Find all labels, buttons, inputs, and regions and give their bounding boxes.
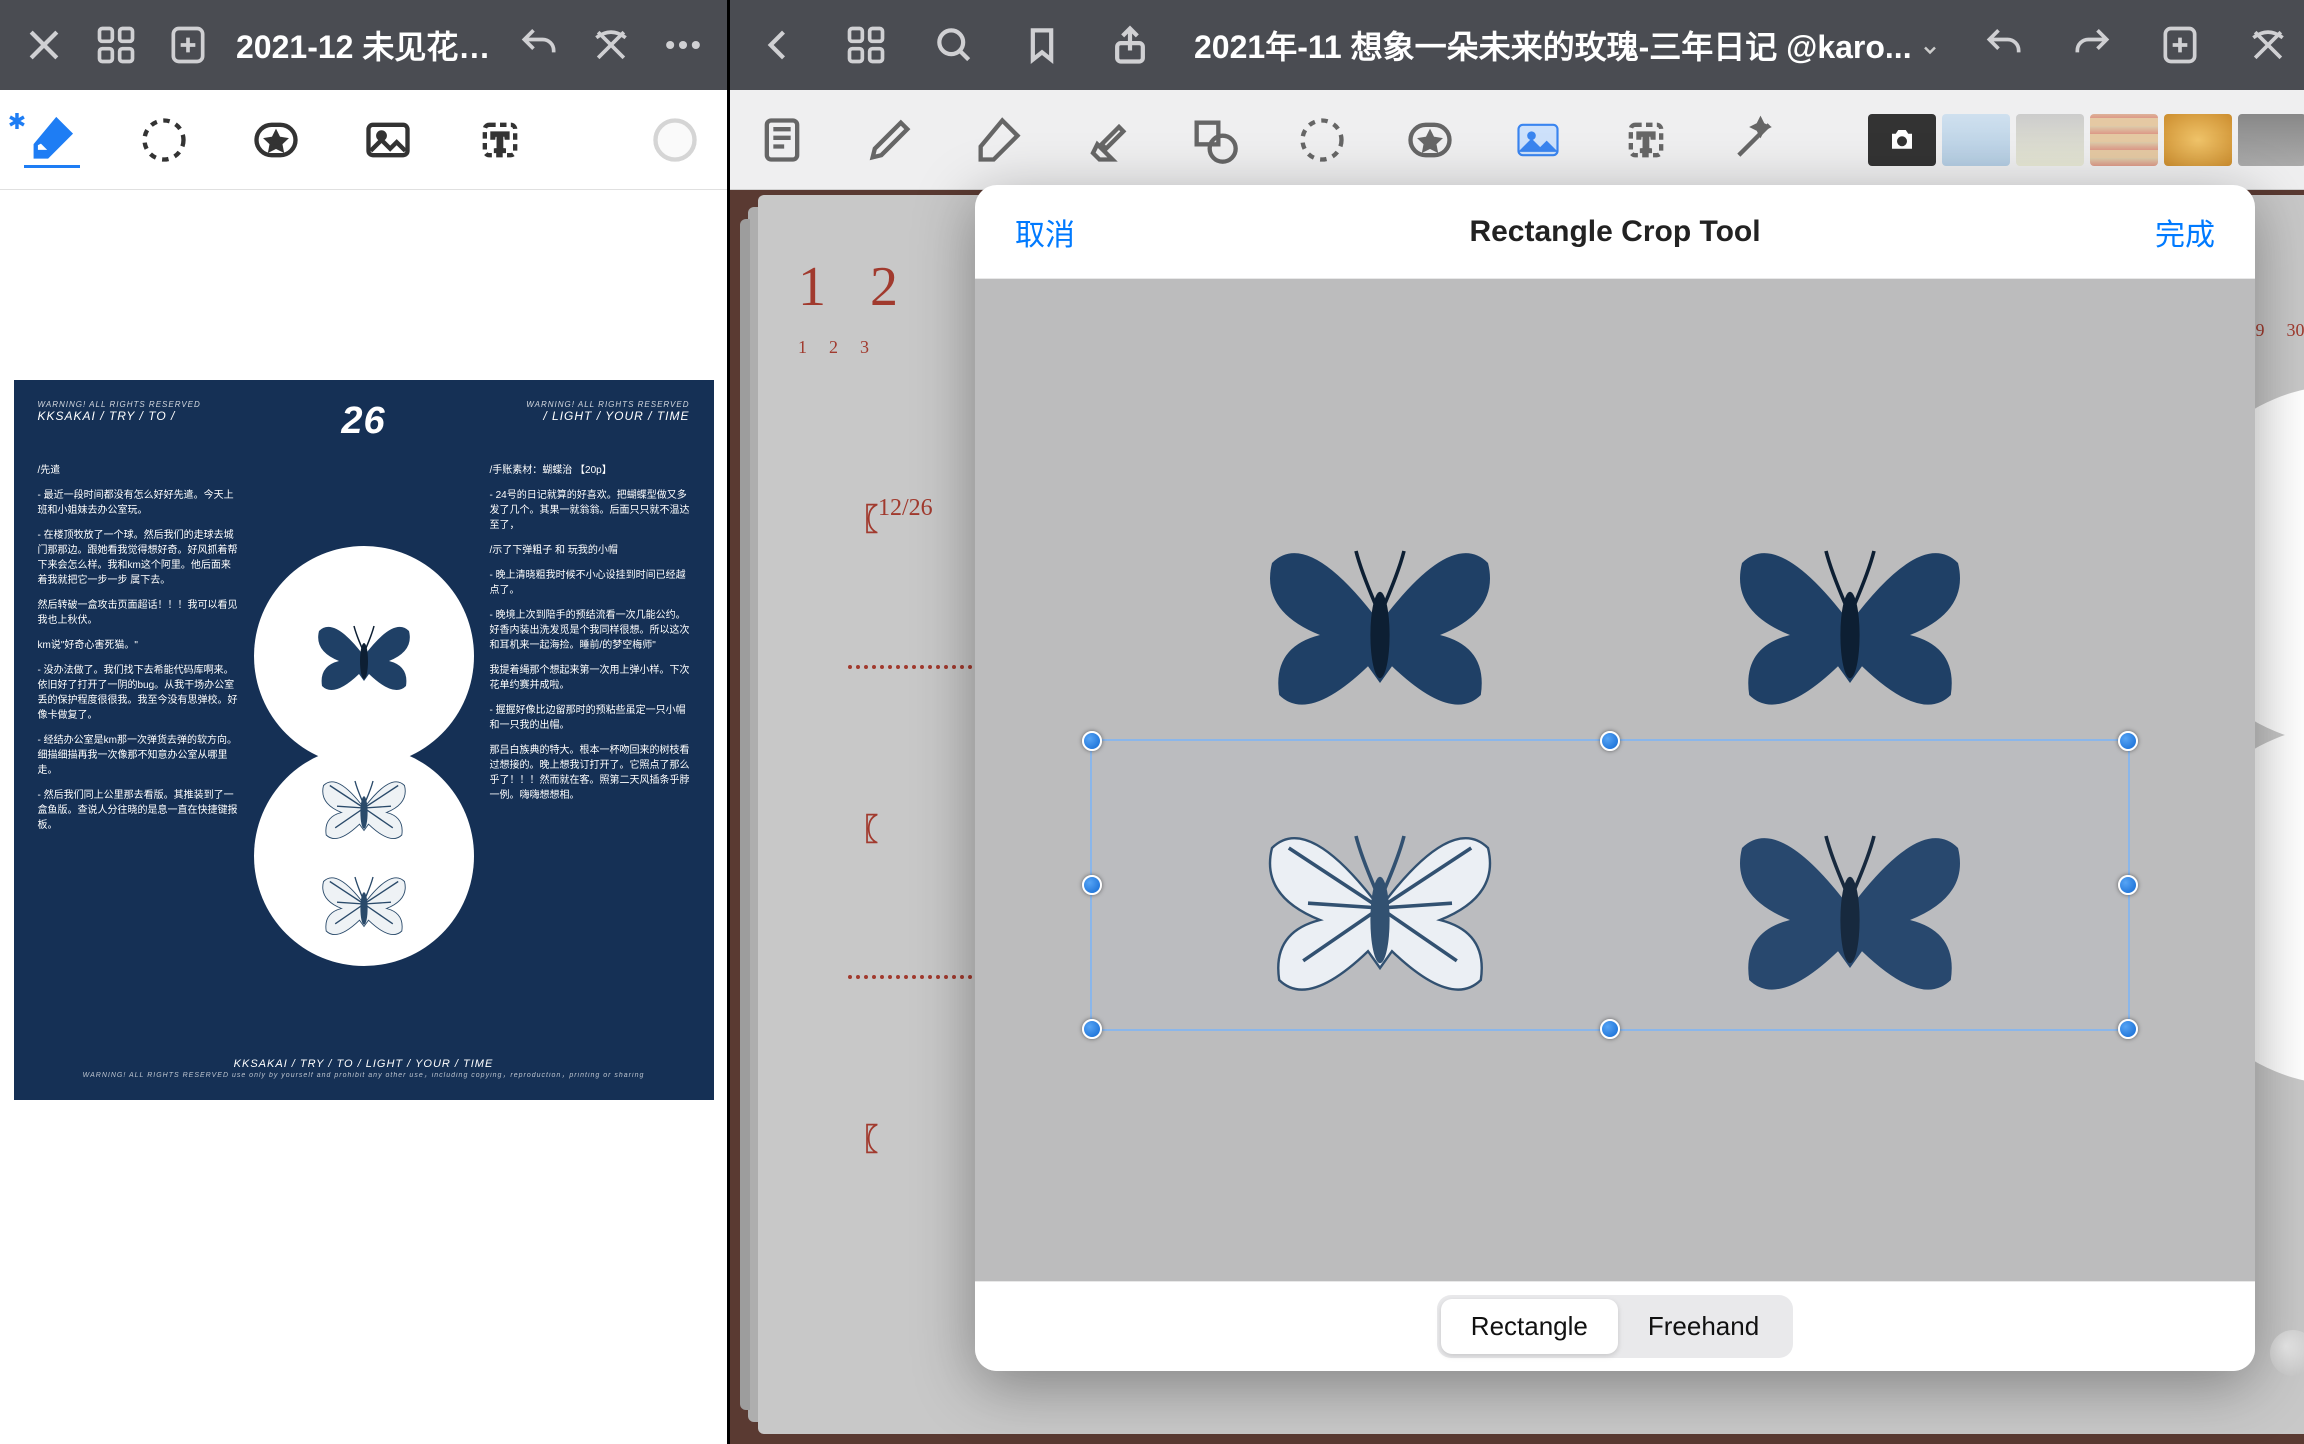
journal-footer: KKSAKAI / TRY / TO / LIGHT / YOUR / TIME	[38, 1058, 690, 1070]
undo-icon[interactable]	[1980, 21, 2028, 69]
butterfly-blue-icon	[1180, 503, 1580, 743]
crop-selection-rect[interactable]	[1090, 739, 2130, 1031]
done-button[interactable]: 完成	[2155, 210, 2215, 254]
right-app-pane: 2021年-11 想象一朵未来的玫瑰-三年日记 @karo...	[730, 0, 2304, 1444]
thumbnail[interactable]	[2090, 114, 2158, 166]
new-page-icon[interactable]	[164, 21, 212, 69]
thumbnail[interactable]	[2016, 114, 2084, 166]
magic-tool[interactable]	[1726, 112, 1782, 168]
crop-header: 取消 Rectangle Crop Tool 完成	[975, 185, 2255, 279]
butterfly-blue-icon	[1650, 503, 2050, 743]
pen-tool[interactable]	[862, 112, 918, 168]
highlighter-tool[interactable]	[1078, 112, 1134, 168]
left-canvas[interactable]: WARNING! ALL RIGHTS RESERVED KKSAKAI / T…	[0, 190, 727, 1444]
undo-icon[interactable]	[515, 21, 563, 69]
text-tool[interactable]: T	[472, 112, 528, 168]
svg-text:T: T	[1638, 127, 1654, 156]
right-toolbar: T	[730, 90, 2304, 190]
crop-mode-freehand[interactable]: Freehand	[1618, 1299, 1789, 1354]
image-tool[interactable]	[360, 112, 416, 168]
crop-handle-top-mid[interactable]	[1600, 731, 1620, 751]
crop-handle-mid-left[interactable]	[1082, 875, 1102, 895]
clear-icon[interactable]	[587, 21, 635, 69]
crop-handle-top-left[interactable]	[1082, 731, 1102, 751]
eraser-tool[interactable]: ✱	[24, 112, 80, 168]
journal-number: 26	[341, 400, 385, 443]
left-app-pane: 2021-12 未见花 @karoline ✱ T	[0, 0, 730, 1444]
new-page-icon[interactable]	[2156, 21, 2204, 69]
crop-canvas[interactable]	[975, 279, 2255, 1281]
crop-handle-bottom-mid[interactable]	[1600, 1019, 1620, 1039]
crop-handle-top-right[interactable]	[2118, 731, 2138, 751]
bracket-icon: 〖	[848, 1115, 878, 1159]
eraser-tool[interactable]	[970, 112, 1026, 168]
crop-handle-bottom-right[interactable]	[2118, 1019, 2138, 1039]
clear-icon[interactable]	[2244, 21, 2292, 69]
slogan-left: KKSAKAI / TRY / TO /	[38, 409, 176, 423]
thumbnail[interactable]	[2238, 114, 2304, 166]
bracket-icon: 〖	[848, 495, 878, 539]
favorites-tool[interactable]	[248, 112, 304, 168]
left-topbar: 2021-12 未见花 @karoline	[0, 0, 727, 90]
crop-title: Rectangle Crop Tool	[975, 215, 2255, 249]
svg-text:T: T	[492, 127, 508, 156]
page-outline-tool[interactable]	[754, 112, 810, 168]
crop-modal: 取消 Rectangle Crop Tool 完成	[975, 185, 2255, 1371]
crop-handle-bottom-left[interactable]	[1082, 1019, 1102, 1039]
right-title[interactable]: 2021年-11 想象一朵未来的玫瑰-三年日记 @karo...	[1194, 22, 1940, 68]
journal-page: WARNING! ALL RIGHTS RESERVED KKSAKAI / T…	[14, 380, 714, 1100]
right-topbar: 2021年-11 想象一朵未来的玫瑰-三年日记 @karo...	[730, 0, 2304, 90]
text-tool[interactable]: T	[1618, 112, 1674, 168]
share-icon[interactable]	[1106, 21, 1154, 69]
bracket-icon: 〖	[848, 805, 878, 849]
crop-mode-segmented: Rectangle Freehand	[1437, 1295, 1793, 1358]
thumbnail[interactable]	[2164, 114, 2232, 166]
image-tool[interactable]	[1510, 112, 1566, 168]
crop-handle-mid-right[interactable]	[2118, 875, 2138, 895]
favorites-tool[interactable]	[1402, 112, 1458, 168]
camera-button[interactable]	[1868, 114, 1936, 166]
page-far-numbers: 29 30 31	[2246, 320, 2304, 341]
crop-footer: Rectangle Freehand	[975, 1281, 2255, 1371]
bookmark-icon[interactable]	[1018, 21, 1066, 69]
journal-left-column: /先遣 - 最近一段时间都没有怎么好好先遣。今天上班和小姐妹去办公室玩。 - 在…	[38, 463, 238, 1048]
lasso-tool[interactable]	[1294, 112, 1350, 168]
recent-image-strip	[1868, 114, 2304, 166]
cancel-button[interactable]: 取消	[1015, 210, 1075, 254]
close-icon[interactable]	[20, 21, 68, 69]
grid-icon[interactable]	[92, 21, 140, 69]
grid-icon[interactable]	[842, 21, 890, 69]
shapes-tool[interactable]	[1186, 112, 1242, 168]
redo-icon[interactable]	[2068, 21, 2116, 69]
color-tool[interactable]	[647, 112, 703, 168]
journal-footer-small: WARNING! ALL RIGHTS RESERVED use only by…	[38, 1070, 690, 1080]
warning-right: WARNING! ALL RIGHTS RESERVED	[526, 400, 689, 409]
crop-mode-rectangle[interactable]: Rectangle	[1441, 1299, 1618, 1354]
left-title[interactable]: 2021-12 未见花 @karoline	[236, 22, 491, 68]
more-icon[interactable]	[659, 21, 707, 69]
thumbnail[interactable]	[1942, 114, 2010, 166]
warning-left: WARNING! ALL RIGHTS RESERVED	[38, 400, 201, 409]
back-icon[interactable]	[754, 21, 802, 69]
search-icon[interactable]	[930, 21, 978, 69]
lasso-tool[interactable]	[136, 112, 192, 168]
left-toolbar: ✱ T	[0, 90, 727, 190]
journal-right-column: /手账素材：蝴蝶治 【20p】 - 24号的日记就算的好喜欢。把蝴蝶型做又多发了…	[490, 463, 690, 1048]
slogan-right: / LIGHT / YOUR / TIME	[543, 409, 689, 423]
date-label: 12/26	[878, 495, 933, 522]
